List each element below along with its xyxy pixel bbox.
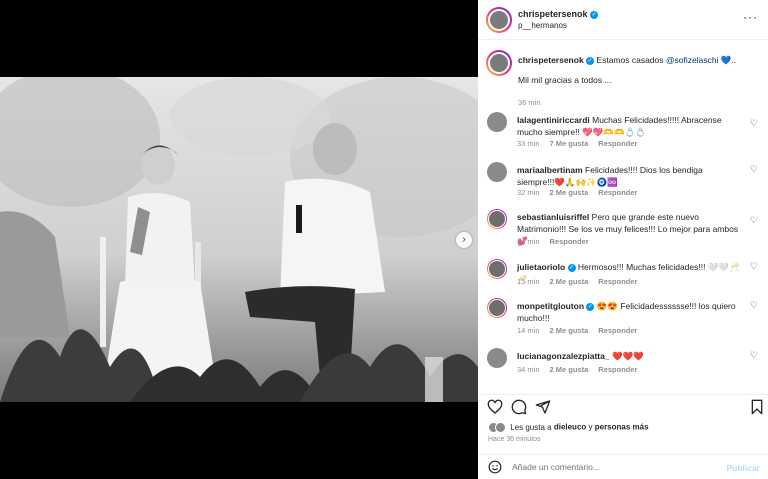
- comment-text: mariaalbertinam Felicidades!!!! Dios los…: [517, 164, 742, 188]
- comment-likes[interactable]: 2 Me gusta: [550, 326, 589, 335]
- comment-text: lalagentiniriccardi Muchas Felicidades!!…: [517, 114, 742, 138]
- comment-like-heart-icon[interactable]: ♡: [750, 261, 758, 272]
- author-username-row: chrispetersenok ✓: [518, 9, 599, 19]
- post-actions: Les gusta a dieleuco y personas más Hace…: [478, 394, 768, 454]
- comment-like-heart-icon[interactable]: ♡: [750, 300, 758, 311]
- caption-username[interactable]: chrispetersenok: [518, 55, 584, 65]
- caption-avatar[interactable]: [486, 50, 512, 76]
- add-comment-input[interactable]: [512, 462, 712, 472]
- publish-button[interactable]: Publicar: [726, 463, 760, 473]
- comment-item: sebastianluisriffel Pero que grande este…: [478, 209, 768, 249]
- comment-time: 14 min: [517, 237, 540, 246]
- comment-time: 34 min: [517, 365, 540, 374]
- comment-icon[interactable]: [511, 399, 527, 415]
- post-side-panel: chrispetersenok ✓ p__hermanos ··· chrisp…: [478, 0, 768, 479]
- bookmark-icon[interactable]: [749, 399, 765, 415]
- caption-time: 36 min: [518, 98, 541, 107]
- comment-like-heart-icon[interactable]: ♡: [750, 215, 758, 226]
- comment-meta: 15 min 2 Me gusta Responder: [517, 277, 647, 286]
- author-username[interactable]: chrispetersenok: [518, 9, 588, 19]
- comment-likes[interactable]: 7 Me gusta: [550, 139, 589, 148]
- author-avatar[interactable]: [486, 7, 512, 33]
- comment-avatar[interactable]: [487, 209, 507, 229]
- likes-summary: Les gusta a dieleuco y personas más: [488, 422, 649, 433]
- comment-time: 15 min: [517, 277, 540, 286]
- comment-body: ❤️❤️❤️: [611, 351, 644, 361]
- likes-others-link[interactable]: personas más: [595, 423, 649, 432]
- comment-meta: 14 min Responder: [517, 237, 599, 246]
- verified-badge-icon: ✓: [586, 56, 595, 65]
- comment-avatar[interactable]: [487, 259, 507, 279]
- comment-meta: 34 min 2 Me gusta Responder: [517, 365, 647, 374]
- likes-mid: y: [586, 422, 595, 432]
- comment-username[interactable]: julietaoriolo: [517, 262, 565, 272]
- comment-username[interactable]: mariaalbertinam: [517, 165, 583, 175]
- emoji-icon[interactable]: [488, 460, 502, 474]
- comments-list: chrispetersenok ✓ Estamos casados @sofiz…: [478, 40, 768, 394]
- comment-avatar[interactable]: [487, 348, 507, 368]
- author-subtitle[interactable]: p__hermanos: [518, 21, 567, 30]
- comment-avatar[interactable]: [487, 298, 507, 318]
- comment-meta: 32 min 2 Me gusta Responder: [517, 188, 647, 197]
- reply-button[interactable]: Responder: [598, 365, 637, 374]
- next-photo-button[interactable]: ›: [456, 232, 472, 248]
- comment-text: lucianagonzalezpiatta_ ❤️❤️❤️: [517, 350, 742, 362]
- verified-badge-icon: ✓: [567, 263, 576, 272]
- liker-avatar: [495, 422, 506, 433]
- reply-button[interactable]: Responder: [598, 326, 637, 335]
- reply-button[interactable]: Responder: [598, 277, 637, 286]
- comment-item: julietaoriolo ✓ Hermosos!!! Muchas felic…: [478, 259, 768, 291]
- liker-username[interactable]: dieleuco: [554, 423, 586, 432]
- comment-item: mariaalbertinam Felicidades!!!! Dios los…: [478, 162, 768, 198]
- comment-item: monpetitglouton ✓ 😍😍 Felicidadesssssse!!…: [478, 298, 768, 338]
- caption-text-line1: chrispetersenok ✓ Estamos casados @sofiz…: [518, 54, 743, 66]
- comment-username[interactable]: sebastianluisriffel: [517, 212, 589, 222]
- comment-avatar[interactable]: [487, 162, 507, 182]
- comment-item: lucianagonzalezpiatta_ ❤️❤️❤️ 34 min 2 Me…: [478, 348, 768, 382]
- caption-mention[interactable]: @sofizelaschi: [666, 55, 719, 65]
- comment-avatar[interactable]: [487, 112, 507, 132]
- comment-likes[interactable]: 2 Me gusta: [550, 188, 589, 197]
- verified-badge-icon: ✓: [590, 10, 599, 19]
- reply-button[interactable]: Responder: [598, 139, 637, 148]
- verified-badge-icon: ✓: [586, 302, 595, 311]
- comment-time: 32 min: [517, 188, 540, 197]
- comment-username[interactable]: monpetitglouton: [517, 301, 584, 311]
- caption-emoji: 💙..: [720, 55, 737, 65]
- caption-text-line2: Mil mil gracias a todos ...: [518, 75, 612, 85]
- post-media-area: ›: [0, 0, 478, 479]
- likes-prefix: Les gusta a: [510, 422, 554, 432]
- comment-text: monpetitglouton ✓ 😍😍 Felicidadesssssse!!…: [517, 300, 742, 324]
- chevron-right-icon: ›: [462, 234, 466, 245]
- comment-username[interactable]: lucianagonzalezpiatta_: [517, 351, 610, 361]
- comment-like-heart-icon[interactable]: ♡: [750, 350, 758, 361]
- comment-username[interactable]: lalagentiniriccardi: [517, 115, 590, 125]
- reply-button[interactable]: Responder: [598, 188, 637, 197]
- comment-like-heart-icon[interactable]: ♡: [750, 118, 758, 129]
- reply-button[interactable]: Responder: [550, 237, 589, 246]
- caption-text: Estamos casados: [596, 55, 664, 65]
- comment-item: lalagentiniriccardi Muchas Felicidades!!…: [478, 112, 768, 152]
- comment-meta: 14 min 2 Me gusta Responder: [517, 326, 647, 335]
- send-icon[interactable]: [535, 399, 551, 415]
- more-options-icon[interactable]: ···: [743, 10, 758, 24]
- comment-likes[interactable]: 2 Me gusta: [550, 277, 589, 286]
- comment-likes[interactable]: 2 Me gusta: [550, 365, 589, 374]
- caption: chrispetersenok ✓ Estamos casados @sofiz…: [478, 50, 768, 110]
- comment-like-heart-icon[interactable]: ♡: [750, 164, 758, 175]
- comment-time: 14 min: [517, 326, 540, 335]
- post-photo[interactable]: [0, 77, 478, 402]
- heart-icon[interactable]: [487, 399, 503, 415]
- post-header: chrispetersenok ✓ p__hermanos ···: [478, 0, 768, 40]
- comment-meta: 33 min 7 Me gusta Responder: [517, 139, 647, 148]
- wedding-photo-image: [0, 77, 478, 402]
- comment-time: 33 min: [517, 139, 540, 148]
- post-time-ago: Hace 36 minutos: [488, 436, 541, 443]
- add-comment-bar: Publicar: [478, 454, 768, 479]
